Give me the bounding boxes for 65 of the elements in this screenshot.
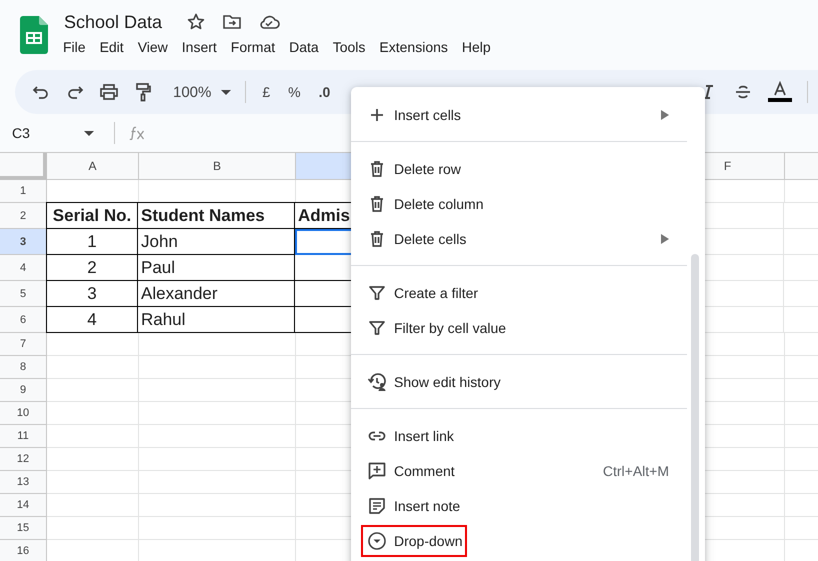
table-cell: 4 bbox=[46, 307, 138, 333]
table-cell: Alexander bbox=[138, 281, 295, 307]
shortcut-label: Ctrl+Alt+M bbox=[602, 462, 669, 478]
currency-button[interactable]: £ bbox=[260, 84, 272, 100]
row-header[interactable]: 7 bbox=[0, 333, 47, 356]
row-header[interactable]: 10 bbox=[0, 402, 47, 425]
menu-item[interactable]: Create a filter bbox=[351, 275, 705, 310]
row-header[interactable]: 3 bbox=[0, 229, 47, 255]
row-header[interactable]: 9 bbox=[0, 379, 47, 402]
note-icon bbox=[367, 496, 387, 516]
function-icon bbox=[129, 126, 145, 140]
history-icon bbox=[367, 372, 387, 392]
text-color-icon[interactable] bbox=[768, 81, 792, 103]
scrollbar-thumb[interactable] bbox=[691, 254, 699, 561]
row-header[interactable]: 12 bbox=[0, 448, 47, 471]
caret-icon bbox=[221, 90, 232, 94]
percent-button[interactable]: % bbox=[286, 84, 303, 100]
star-icon[interactable] bbox=[186, 12, 206, 32]
menu-item[interactable]: Insert link bbox=[351, 418, 705, 453]
menu-bar-item[interactable]: Insert bbox=[174, 36, 224, 58]
spreadsheet-logo-icon[interactable] bbox=[20, 16, 48, 54]
menu-bar-item[interactable]: Edit bbox=[92, 36, 131, 58]
document-title[interactable]: School Data bbox=[64, 12, 162, 32]
menu-item[interactable]: Insert note bbox=[351, 488, 705, 523]
menu-item[interactable]: Comment Ctrl+Alt+M bbox=[351, 453, 705, 488]
row-header[interactable]: 13 bbox=[0, 471, 47, 494]
zoom-dropdown[interactable]: 100% bbox=[167, 84, 232, 100]
table-cell: Student Names bbox=[138, 202, 295, 229]
row-header[interactable]: 8 bbox=[0, 356, 47, 379]
menu-bar-item[interactable]: Data bbox=[282, 36, 326, 58]
row-header[interactable]: 4 bbox=[0, 255, 47, 281]
caret-icon bbox=[84, 130, 94, 136]
paint-roller-icon[interactable] bbox=[133, 82, 153, 102]
menu-item[interactable]: Filter by cell value bbox=[351, 310, 705, 345]
name-box[interactable]: C3 bbox=[12, 125, 102, 141]
menu-bar-item[interactable]: File bbox=[56, 36, 93, 58]
row-header[interactable]: 11 bbox=[0, 425, 47, 448]
menu-item[interactable]: Show edit history bbox=[351, 364, 705, 399]
menu-item[interactable]: Drop-down bbox=[351, 523, 705, 558]
table-cell: Paul bbox=[138, 255, 295, 281]
decrease-decimal-button[interactable]: .0 bbox=[316, 84, 332, 100]
row-header[interactable]: 5 bbox=[0, 281, 47, 307]
dropdown-icon bbox=[367, 530, 387, 550]
row-header[interactable]: 1 bbox=[0, 180, 47, 203]
column-header[interactable]: A bbox=[47, 153, 139, 180]
menu-bar-item[interactable]: View bbox=[130, 36, 175, 58]
table-cell: Rahul bbox=[138, 307, 295, 333]
row-header[interactable]: 15 bbox=[0, 517, 47, 540]
menu-bar-item[interactable]: Extensions bbox=[372, 36, 455, 58]
folder-icon[interactable] bbox=[222, 12, 242, 32]
menu-item[interactable]: Insert cells bbox=[351, 97, 705, 132]
menu-bar-item[interactable]: Tools bbox=[326, 36, 372, 58]
menu-bar-item[interactable]: Help bbox=[454, 36, 498, 58]
menu-bar-item[interactable]: Format bbox=[224, 36, 282, 58]
row-header[interactable]: 14 bbox=[0, 494, 47, 517]
table-cell: John bbox=[138, 229, 295, 255]
print-icon[interactable] bbox=[99, 82, 119, 102]
row-header[interactable]: 2 bbox=[0, 203, 47, 229]
comment-icon bbox=[367, 460, 387, 480]
row-header[interactable]: 16 bbox=[0, 540, 47, 561]
table-cell: Serial No. bbox=[46, 202, 138, 229]
table-cell: 2 bbox=[46, 255, 138, 281]
row-header[interactable]: 6 bbox=[0, 307, 47, 333]
table-cell: 3 bbox=[46, 281, 138, 307]
table-cell: 1 bbox=[46, 229, 138, 255]
